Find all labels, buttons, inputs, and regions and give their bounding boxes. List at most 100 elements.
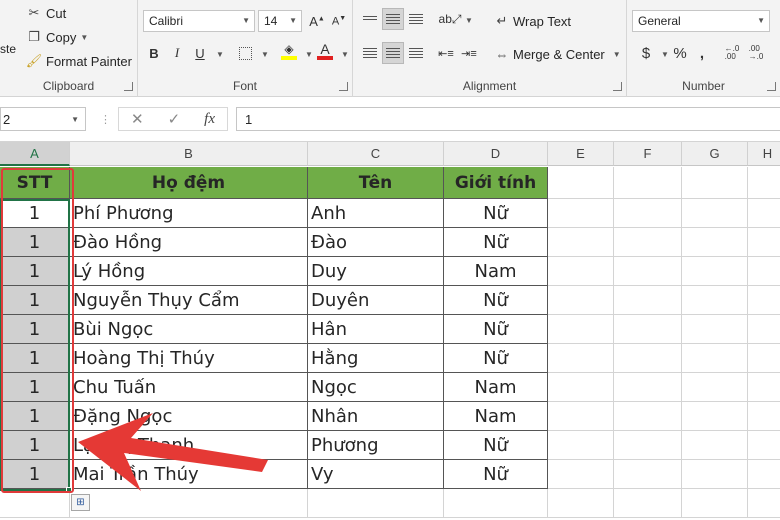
empty-cell[interactable] (682, 286, 748, 315)
decrease-decimal-button[interactable]: .00 →.0 (745, 42, 767, 64)
empty-cell[interactable] (748, 373, 780, 402)
empty-cell[interactable] (614, 228, 682, 257)
empty-cell[interactable] (548, 167, 614, 199)
auto-fill-options-button[interactable]: ⊞ (71, 494, 90, 511)
empty-cell[interactable] (682, 344, 748, 373)
empty-cell[interactable] (548, 344, 614, 373)
empty-cell[interactable] (682, 460, 748, 489)
cell-gioi-tinh[interactable]: Nữ (444, 286, 548, 315)
cell-stt[interactable]: 1 (0, 402, 70, 431)
percent-button[interactable]: % (669, 42, 691, 64)
empty-cell[interactable] (748, 460, 780, 489)
empty-cell[interactable] (614, 460, 682, 489)
align-left-button[interactable] (359, 42, 381, 64)
cell-ho-dem[interactable]: Hoàng Thị Thúy (70, 344, 308, 373)
fill-handle[interactable] (66, 487, 72, 493)
increase-decimal-button[interactable]: ←.0.00 (721, 42, 743, 64)
empty-cell[interactable] (682, 199, 748, 228)
cut-button[interactable]: ✂ Cut (25, 4, 67, 22)
column-header-e[interactable]: E (548, 142, 614, 166)
column-header-d[interactable]: D (444, 142, 548, 166)
cell-stt[interactable]: 1 (0, 344, 70, 373)
header-ho-dem[interactable]: Họ đệm (70, 167, 308, 199)
underline-dropdown-icon[interactable]: ▼ (216, 50, 224, 59)
empty-cell[interactable] (548, 431, 614, 460)
font-name-select[interactable]: Calibri ▼ (143, 10, 255, 32)
cell-ten[interactable]: Ngọc (308, 373, 444, 402)
empty-cell[interactable] (748, 228, 780, 257)
orientation-dropdown-icon[interactable]: ▼ (465, 16, 473, 25)
copy-dropdown-icon[interactable]: ▼ (80, 33, 88, 42)
clipboard-launcher-icon[interactable] (124, 82, 133, 91)
name-box[interactable]: 2 ▼ (0, 107, 86, 131)
empty-cell[interactable] (614, 286, 682, 315)
empty-cell[interactable] (614, 373, 682, 402)
font-size-select[interactable]: 14 ▼ (258, 10, 302, 32)
orientation-button[interactable]: ab⤢ (439, 8, 462, 30)
font-color-dropdown-icon[interactable]: ▼ (341, 50, 349, 59)
cell-ten[interactable]: Hằng (308, 344, 444, 373)
empty-cell[interactable] (548, 228, 614, 257)
increase-font-size-button[interactable]: A▲ (306, 10, 328, 32)
format-painter-button[interactable]: 🖌 Format Painter (25, 52, 132, 70)
comma-button[interactable]: , (691, 42, 713, 64)
empty-cell[interactable] (548, 402, 614, 431)
font-color-button[interactable]: A (314, 40, 336, 62)
align-center-button[interactable] (382, 42, 404, 64)
empty-cell[interactable] (548, 315, 614, 344)
empty-cell[interactable] (748, 402, 780, 431)
empty-cell[interactable] (548, 257, 614, 286)
empty-cell[interactable] (682, 228, 748, 257)
empty-cell[interactable] (682, 167, 748, 199)
empty-cell[interactable] (748, 286, 780, 315)
cell-gioi-tinh[interactable]: Nữ (444, 344, 548, 373)
empty-cell[interactable] (548, 460, 614, 489)
wrap-text-button[interactable]: ↵ Wrap Text (493, 12, 572, 30)
decrease-font-size-button[interactable]: A▼ (328, 10, 350, 32)
cell-gioi-tinh[interactable]: Nữ (444, 460, 548, 489)
empty-cell[interactable] (70, 489, 308, 518)
header-gioi-tinh[interactable]: Giới tính (444, 167, 548, 199)
cell-ho-dem[interactable]: Đào Hồng (70, 228, 308, 257)
column-header-g[interactable]: G (682, 142, 748, 166)
empty-cell[interactable] (614, 344, 682, 373)
copy-button[interactable]: ❐ Copy ▼ (25, 28, 88, 46)
cell-ten[interactable]: Duy (308, 257, 444, 286)
alignment-launcher-icon[interactable] (613, 82, 622, 91)
cell-gioi-tinh[interactable]: Nữ (444, 431, 548, 460)
increase-indent-button[interactable]: ⇥≡ (458, 42, 480, 64)
cell-ho-dem[interactable]: Lại Thị Thanh (70, 431, 308, 460)
cell-gioi-tinh[interactable]: Nữ (444, 315, 548, 344)
cell-ten[interactable]: Hân (308, 315, 444, 344)
number-format-select[interactable]: General ▼ (632, 10, 770, 32)
empty-cell[interactable] (614, 431, 682, 460)
empty-cell[interactable] (614, 489, 682, 518)
cell-stt[interactable]: 1 (0, 373, 70, 402)
empty-cell[interactable] (548, 286, 614, 315)
cell-ten[interactable]: Duyên (308, 286, 444, 315)
cell-gioi-tinh[interactable]: Nữ (444, 199, 548, 228)
empty-cell[interactable] (748, 431, 780, 460)
empty-cell[interactable] (614, 402, 682, 431)
empty-cell[interactable] (548, 373, 614, 402)
middle-align-button[interactable] (382, 8, 404, 30)
insert-function-icon[interactable]: fx (204, 111, 215, 128)
cell-stt[interactable]: 1 (0, 460, 70, 489)
empty-cell[interactable] (682, 257, 748, 286)
cancel-entry-icon[interactable]: ✕ (131, 110, 144, 128)
column-header-c[interactable]: C (308, 142, 444, 166)
empty-cell[interactable] (308, 489, 444, 518)
borders-button[interactable] (234, 42, 256, 64)
font-launcher-icon[interactable] (339, 82, 348, 91)
cell-stt[interactable]: 1 (0, 315, 70, 344)
cell-gioi-tinh[interactable]: Nữ (444, 228, 548, 257)
empty-cell[interactable] (748, 257, 780, 286)
header-ten[interactable]: Tên (308, 167, 444, 199)
empty-cell[interactable] (682, 373, 748, 402)
column-header-b[interactable]: B (70, 142, 308, 166)
empty-cell[interactable] (614, 199, 682, 228)
empty-cell[interactable] (444, 489, 548, 518)
empty-cell[interactable] (682, 402, 748, 431)
empty-cell[interactable] (748, 315, 780, 344)
empty-cell[interactable] (682, 431, 748, 460)
